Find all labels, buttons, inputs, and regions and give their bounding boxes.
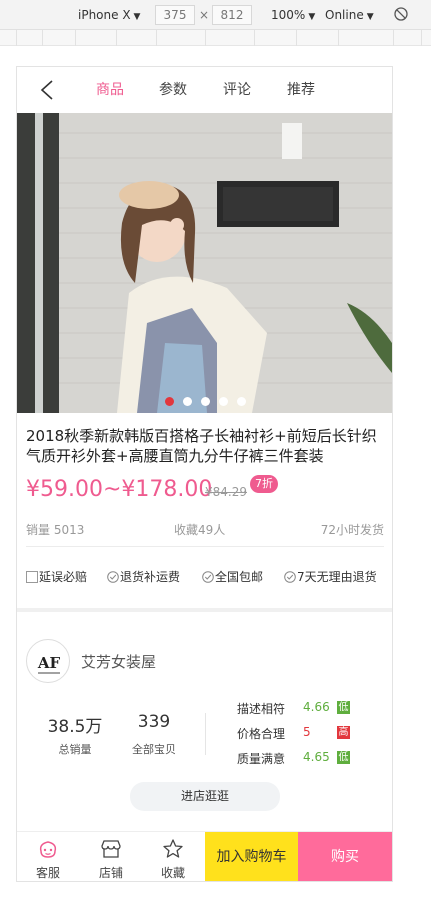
chevron-down-icon: ▼ xyxy=(308,12,316,22)
total-sales-value: 38.5万 xyxy=(47,717,103,737)
items-count-label: 全部宝贝 xyxy=(132,743,176,756)
customer-service-button[interactable]: 客服 xyxy=(17,832,79,881)
dimension-separator: × xyxy=(199,8,210,22)
svg-text:AF: AF xyxy=(37,654,61,672)
favorites-count: 收藏49人 xyxy=(174,523,226,537)
shipping-time: 72小时发货 xyxy=(320,523,384,537)
rotate-icon[interactable] xyxy=(393,6,409,22)
height-input[interactable]: 812 xyxy=(212,5,252,25)
check-circle-icon xyxy=(202,571,214,583)
tab-recommend[interactable]: 推荐 xyxy=(287,81,315,99)
rating-level-badge: 高 xyxy=(337,726,350,739)
chevron-down-icon: ▼ xyxy=(366,12,374,22)
zoom-select[interactable]: 100% ▼ xyxy=(271,7,315,25)
top-navigation: 商品 参数 评论 推荐 xyxy=(17,67,392,113)
divider xyxy=(26,546,384,547)
shop-name[interactable]: 艾芳女装屋 xyxy=(81,651,156,672)
product-image-carousel[interactable] xyxy=(17,113,392,413)
network-select[interactable]: Online ▼ xyxy=(325,7,374,25)
carousel-dot[interactable] xyxy=(219,397,228,406)
sales-count: 销量 5013 xyxy=(26,523,85,537)
checkbox-icon xyxy=(26,571,38,583)
tab-params[interactable]: 参数 xyxy=(159,81,187,99)
check-circle-icon xyxy=(107,571,119,583)
section-separator xyxy=(17,608,392,612)
back-arrow-icon[interactable] xyxy=(37,79,59,101)
rating-price: 价格合理 5 高 xyxy=(237,725,350,741)
chevron-down-icon: ▼ xyxy=(133,12,141,22)
vertical-divider xyxy=(205,713,206,755)
rating-level-badge: 低 xyxy=(337,701,350,714)
shop-logo[interactable]: AF xyxy=(26,639,70,683)
add-to-cart-button[interactable]: 加入购物车 xyxy=(205,832,298,881)
items-count-value: 339 xyxy=(137,712,171,732)
discount-badge: 7折 xyxy=(250,475,278,493)
service-return-shipping: 退货补运费 xyxy=(107,569,180,585)
tab-reviews[interactable]: 评论 xyxy=(223,81,251,99)
product-photo xyxy=(17,113,392,413)
rating-level-badge: 低 xyxy=(337,751,350,764)
service-delay-compensation: 延误必赔 xyxy=(26,569,87,585)
shop-logo-image: AF xyxy=(37,654,61,674)
device-name: iPhone X xyxy=(78,8,131,22)
rating-quality: 质量满意 4.65 低 xyxy=(237,750,350,766)
favorite-button[interactable]: 收藏 xyxy=(142,832,204,881)
product-price: ¥59.00~¥178.00 xyxy=(26,477,213,502)
service-free-shipping: 全国包邮 xyxy=(202,569,263,585)
star-icon xyxy=(163,839,183,858)
total-sales-label: 总销量 xyxy=(58,743,92,756)
check-circle-icon xyxy=(284,571,296,583)
buy-now-button[interactable]: 购买 xyxy=(298,832,392,881)
customer-service-icon xyxy=(39,841,57,858)
zoom-value: 100% xyxy=(271,8,306,22)
service-7day-return: 7天无理由退货 xyxy=(284,569,377,585)
carousel-dot[interactable] xyxy=(201,397,210,406)
carousel-dot[interactable] xyxy=(183,397,192,406)
device-select[interactable]: iPhone X ▼ xyxy=(78,7,140,25)
store-button[interactable]: 店铺 xyxy=(80,832,142,881)
width-input[interactable]: 375 xyxy=(155,5,195,25)
tab-goods[interactable]: 商品 xyxy=(96,81,124,99)
original-price: ¥84.29 xyxy=(205,485,247,499)
devtools-toolbar: iPhone X ▼ 375 × 812 100% ▼ Online ▼ xyxy=(0,0,431,30)
carousel-dot[interactable] xyxy=(165,397,174,406)
network-value: Online xyxy=(325,8,364,22)
device-viewport: 商品 参数 评论 推荐 2018秋季新款韩版百搭格子长袖衬衫+前短后长针织气质开… xyxy=(16,66,393,882)
product-title: 2018秋季新款韩版百搭格子长袖衬衫+前短后长针织气质开衫外套+高腰直筒九分牛仔… xyxy=(26,427,377,465)
carousel-dot[interactable] xyxy=(237,397,246,406)
media-query-ruler xyxy=(0,30,431,46)
bottom-action-bar: 客服 店铺 收藏 加入购物车 购买 xyxy=(17,831,392,881)
visit-shop-button[interactable]: 进店逛逛 xyxy=(130,782,280,811)
store-icon xyxy=(101,840,121,858)
rating-description: 描述相符 4.66 低 xyxy=(237,700,350,716)
